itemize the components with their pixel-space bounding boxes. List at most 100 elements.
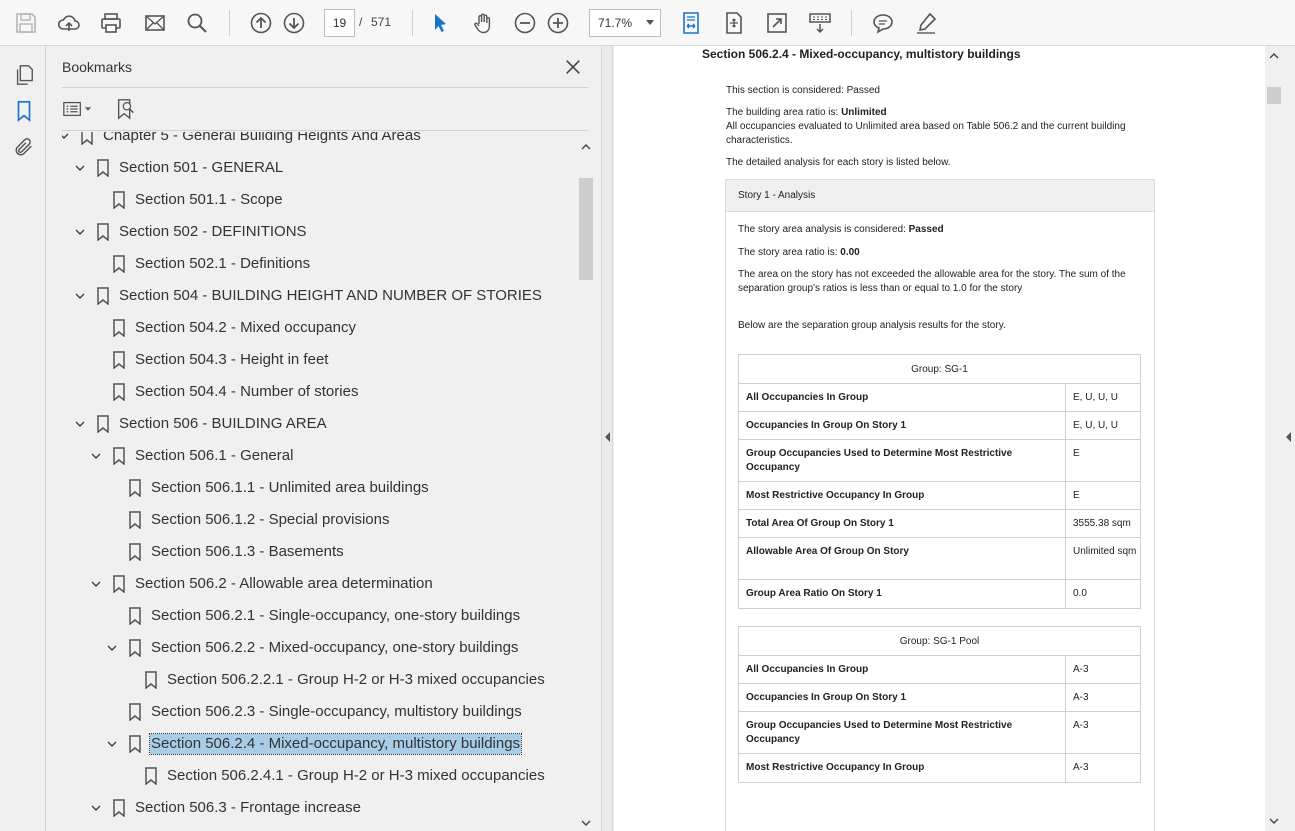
options-menu-button[interactable] <box>62 96 92 122</box>
scroll-mode-icon[interactable] <box>806 9 834 37</box>
cell-divider <box>1065 384 1066 411</box>
bookmark-item[interactable]: Section 506.3 - Frontage increase <box>62 796 579 820</box>
chevron-down-icon[interactable] <box>106 738 118 750</box>
chevron-down-icon[interactable] <box>90 802 102 814</box>
chevron-down-icon[interactable] <box>74 290 86 302</box>
next-page-icon[interactable] <box>280 9 308 37</box>
cell-divider <box>1065 412 1066 439</box>
scroll-down-icon[interactable] <box>1269 816 1279 826</box>
section-status: This section is considered: Passed <box>726 84 1146 98</box>
bookmark-item[interactable]: Section 506.1.1 - Unlimited area buildin… <box>62 476 579 500</box>
bookmark-icon <box>97 159 109 177</box>
collapse-panel-icon[interactable] <box>605 432 610 442</box>
full-screen-icon[interactable] <box>763 9 791 37</box>
bookmark-icon <box>145 671 157 689</box>
bookmark-item[interactable]: Section 506.1.3 - Basements <box>62 540 579 564</box>
comment-icon[interactable] <box>869 9 897 37</box>
bookmark-item[interactable]: Section 506.2.2.1 - Group H-2 or H-3 mix… <box>62 668 579 692</box>
bookmark-item[interactable]: Section 504.4 - Number of stories <box>62 380 579 404</box>
story-title: Story 1 - Analysis <box>726 180 1154 212</box>
bookmark-item[interactable]: Section 502.1 - Definitions <box>62 252 579 276</box>
chevron-down-icon[interactable] <box>90 450 102 462</box>
previous-page-icon[interactable] <box>247 9 275 37</box>
fit-page-icon[interactable] <box>720 9 748 37</box>
story-ratio-value: 0.00 <box>840 247 860 258</box>
detail-note: The detailed analysis for each story is … <box>726 157 951 168</box>
toolbar-divider <box>229 10 230 36</box>
table-row: Allowable Area Of Group On Story Unlimite… <box>739 538 1140 580</box>
document-scrollbar[interactable] <box>1265 46 1295 831</box>
row-value: A-3 <box>1073 720 1089 731</box>
zoom-select[interactable]: 71.7% <box>589 9 661 37</box>
scroll-up-icon[interactable] <box>581 142 591 152</box>
select-pointer-icon[interactable] <box>426 9 454 37</box>
scroll-track[interactable] <box>1265 46 1283 831</box>
bookmark-item[interactable]: Section 506.1.2 - Special provisions <box>62 508 579 532</box>
ratio-note: All occupancies evaluated to Unlimited a… <box>726 121 1126 146</box>
scroll-thumb[interactable] <box>579 178 593 280</box>
email-icon[interactable] <box>141 9 169 37</box>
bookmark-label: Section 501.1 - Scope <box>135 191 283 208</box>
bookmark-label: Section 506 - BUILDING AREA <box>119 415 327 432</box>
close-icon[interactable] <box>562 56 584 78</box>
bookmark-item[interactable]: Section 506.2.2 - Mixed-occupancy, one-s… <box>62 636 579 660</box>
page-thumbnails-icon[interactable] <box>11 62 37 88</box>
bookmark-item[interactable]: Section 506 - BUILDING AREA <box>62 412 579 436</box>
bookmark-item[interactable]: Section 506.2.3 - Single-occupancy, mult… <box>62 700 579 724</box>
print-icon[interactable] <box>97 9 125 37</box>
scroll-down-icon[interactable] <box>581 818 591 828</box>
table-row: Total Area Of Group On Story 1 3555.38 sq… <box>739 510 1140 538</box>
table-row: Occupancies In Group On Story 1 A-3 <box>739 684 1140 712</box>
save-icon[interactable] <box>12 9 40 37</box>
bookmark-item[interactable]: Chapter 5 - General Building Heights And… <box>62 132 579 148</box>
hand-tool-icon[interactable] <box>469 9 497 37</box>
bookmark-item[interactable]: Section 502 - DEFINITIONS <box>62 220 579 244</box>
find-bookmark-button[interactable] <box>115 96 137 122</box>
bookmark-icon <box>113 351 125 369</box>
bookmark-item[interactable]: Section 504.3 - Height in feet <box>62 348 579 372</box>
chevron-down-icon[interactable] <box>74 162 86 174</box>
bookmark-label: Section 501 - GENERAL <box>119 159 284 176</box>
bookmark-item[interactable]: Section 504.2 - Mixed occupancy <box>62 316 579 340</box>
expand-right-panel-icon[interactable] <box>1286 432 1291 442</box>
bookmarks-scrollbar[interactable] <box>579 138 593 831</box>
page-number-input[interactable]: 19 <box>324 9 355 37</box>
bookmark-label: Section 506.3 - Frontage increase <box>135 799 361 816</box>
bookmark-item[interactable]: Section 506.2 - Allowable area determina… <box>62 572 579 596</box>
table-row: Group Occupancies Used to Determine Most… <box>739 712 1140 754</box>
status-label: This section is considered: <box>726 85 847 96</box>
chevron-down-icon[interactable] <box>90 578 102 590</box>
highlight-pen-icon[interactable] <box>912 9 940 37</box>
scroll-thumb[interactable] <box>1267 87 1281 104</box>
bookmark-label: Section 504 - BUILDING HEIGHT AND NUMBER… <box>119 287 542 304</box>
chevron-down-icon[interactable] <box>106 642 118 654</box>
ratio-label: The building area ratio is: <box>726 107 842 118</box>
chevron-down-icon[interactable] <box>74 226 86 238</box>
bookmark-label: Section 504.4 - Number of stories <box>135 383 359 400</box>
row-value: A-3 <box>1073 664 1089 675</box>
bookmark-icon <box>97 287 109 305</box>
upload-cloud-icon[interactable] <box>55 9 83 37</box>
bookmark-item[interactable]: Section 506.2.4 - Mixed-occupancy, multi… <box>62 732 579 756</box>
zoom-in-icon[interactable] <box>544 9 572 37</box>
attachments-icon[interactable] <box>11 134 37 160</box>
bookmark-item[interactable]: Section 506.1 - General <box>62 444 579 468</box>
bookmark-icon <box>113 255 125 273</box>
bookmark-item[interactable]: Section 506.2.4.1 - Group H-2 or H-3 mix… <box>62 764 579 788</box>
panel-splitter[interactable] <box>601 46 613 831</box>
search-icon[interactable] <box>183 9 211 37</box>
zoom-out-icon[interactable] <box>511 9 539 37</box>
cell-divider <box>1065 712 1066 753</box>
cell-divider <box>1065 510 1066 537</box>
fit-width-icon[interactable] <box>677 9 705 37</box>
bookmark-item[interactable]: Section 504 - BUILDING HEIGHT AND NUMBER… <box>62 284 579 308</box>
bookmark-item[interactable]: Section 506.2.1 - Single-occupancy, one-… <box>62 604 579 628</box>
bookmarks-icon[interactable] <box>11 98 37 124</box>
chevron-down-icon[interactable] <box>62 132 70 142</box>
bookmark-item[interactable]: Section 501.1 - Scope <box>62 188 579 212</box>
bookmark-item[interactable]: Section 501 - GENERAL <box>62 156 579 180</box>
scroll-up-icon[interactable] <box>1269 51 1279 61</box>
bookmark-icon <box>97 223 109 241</box>
chevron-down-icon[interactable] <box>74 418 86 430</box>
bookmark-icon <box>97 415 109 433</box>
